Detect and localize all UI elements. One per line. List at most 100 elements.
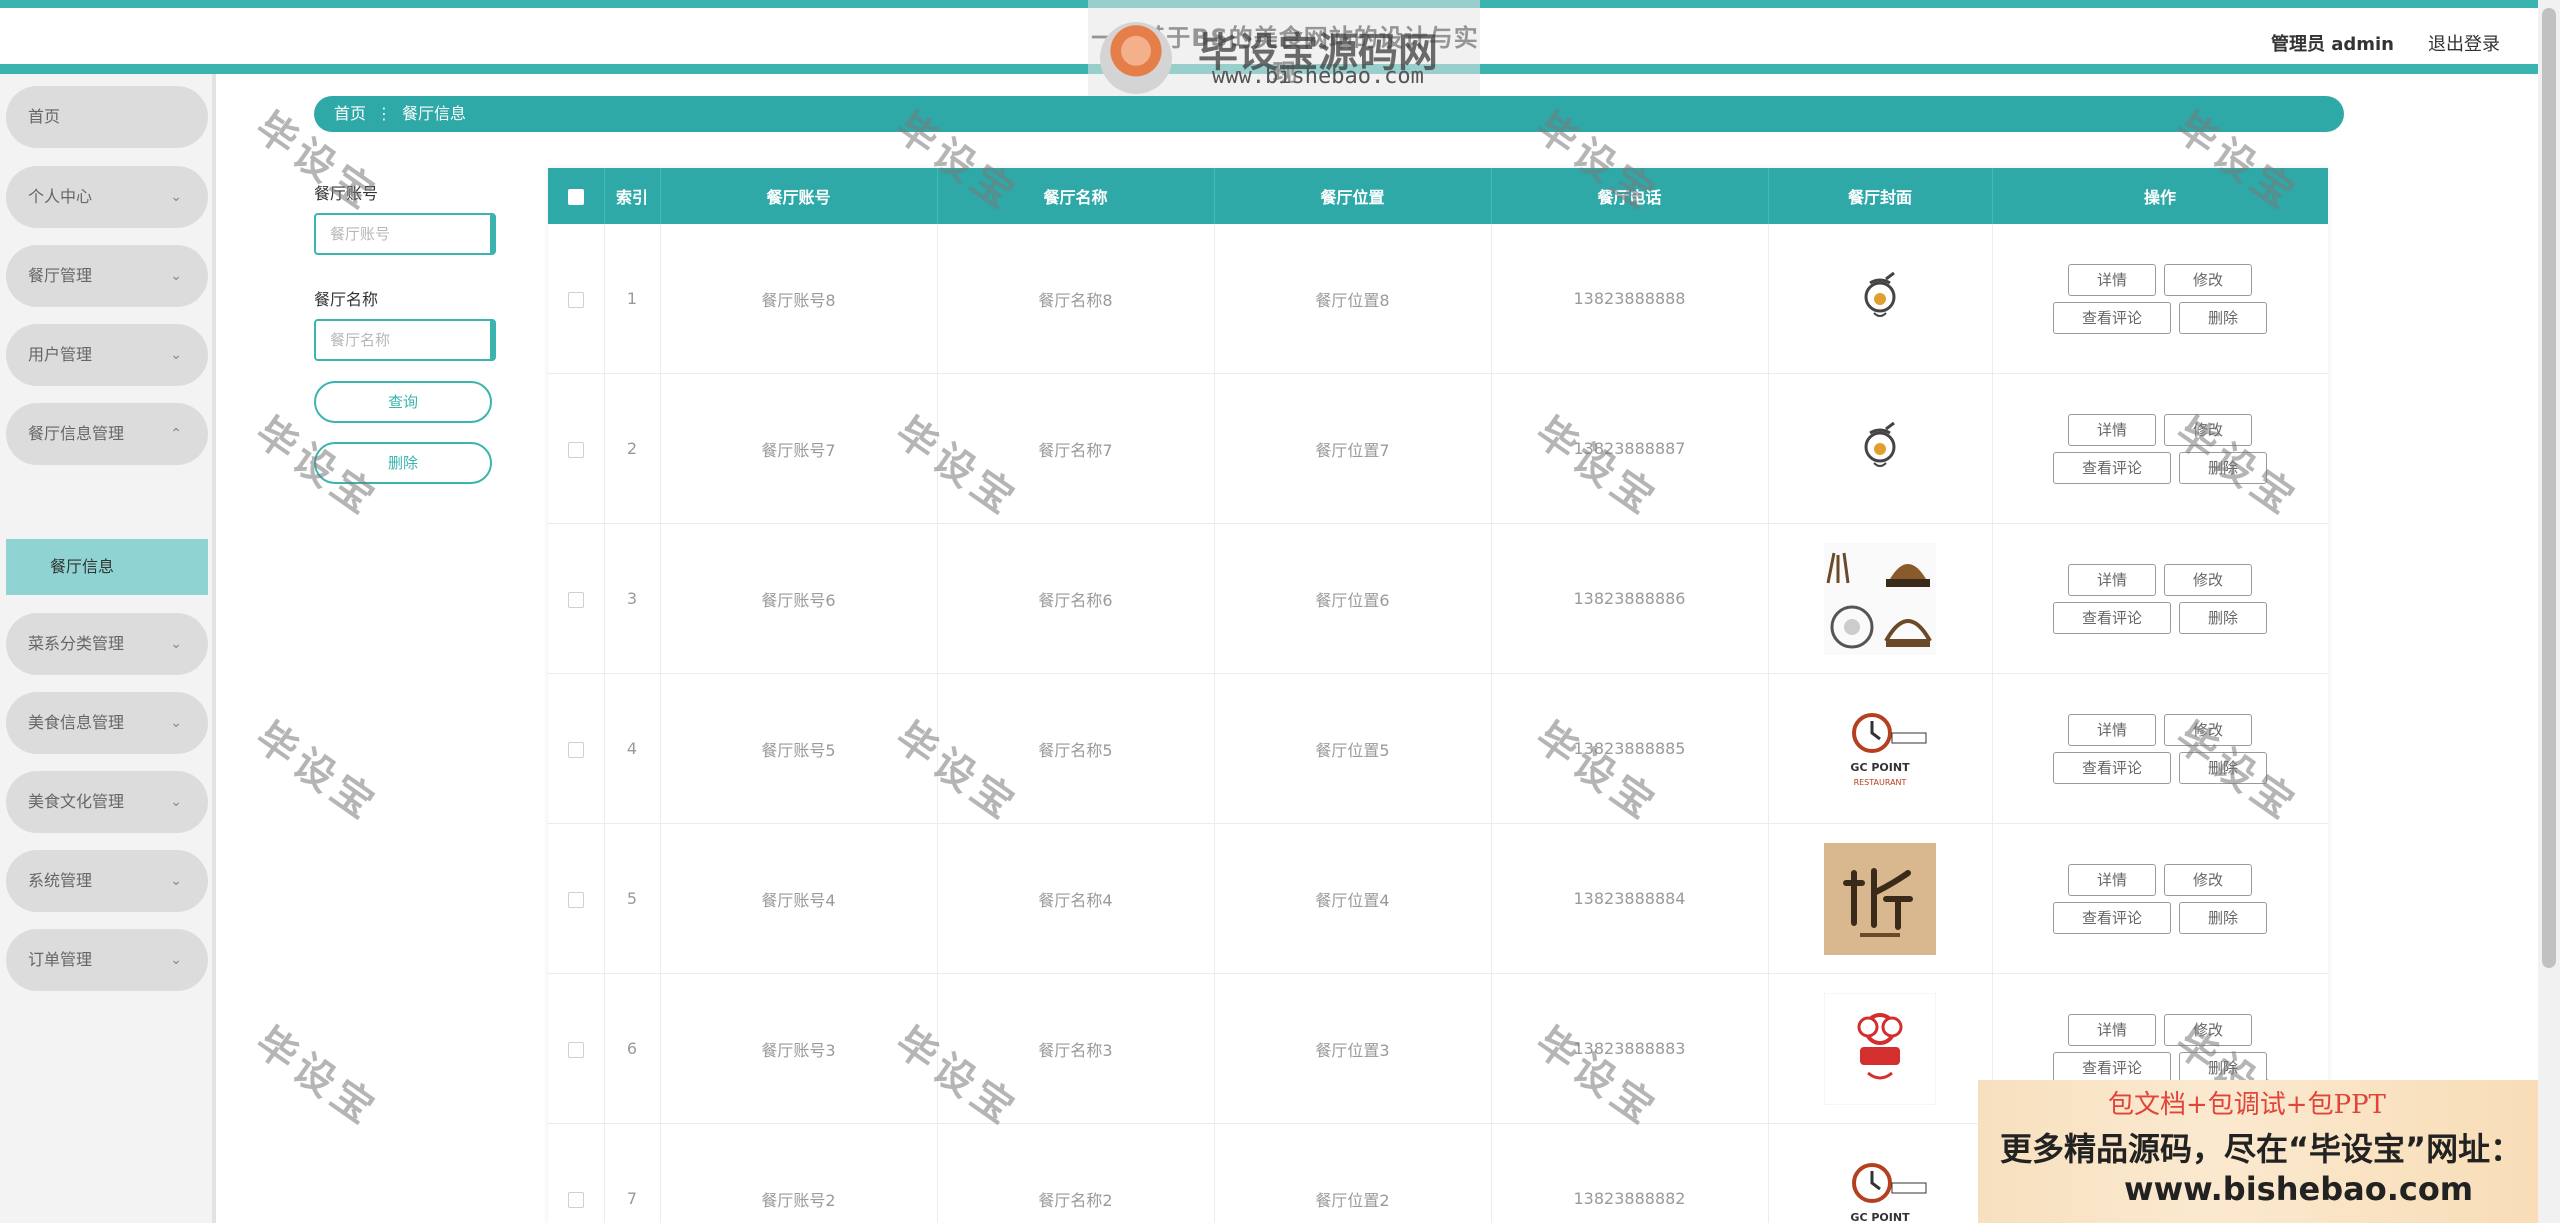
breadcrumb: 首页 ⋮ 餐厅信息 — [314, 96, 2344, 132]
cell-index: 5 — [604, 823, 661, 974]
gc-point-logo-image: GC POINTRESTAURANT — [1824, 1143, 1936, 1223]
row-checkbox[interactable] — [567, 1041, 584, 1058]
sidebar: 首页 个人中心 ⌄ 餐厅管理 ⌄ 用户管理 ⌄ 餐厅信息管理 ⌃ 餐厅信息 菜系分类管理… — [0, 74, 216, 1223]
sidebar-item-label: 订单管理 — [28, 950, 93, 969]
cell-phone: 13823888884 — [1491, 823, 1769, 974]
edit-button[interactable]: 修改 — [2164, 413, 2252, 446]
row-checkbox[interactable] — [567, 591, 584, 608]
select-all-checkbox[interactable] — [567, 189, 584, 205]
sidebar-item-label: 餐厅信息管理 — [28, 424, 125, 443]
row-checkbox[interactable] — [567, 891, 584, 908]
edit-button[interactable]: 修改 — [2164, 563, 2252, 596]
select-all-cell — [548, 168, 605, 224]
row-checkbox[interactable] — [567, 291, 584, 308]
sidebar-item-home[interactable]: 首页 — [6, 86, 208, 148]
edit-button[interactable]: 修改 — [2164, 1013, 2252, 1046]
edit-button[interactable]: 修改 — [2164, 263, 2252, 296]
breadcrumb-current: 餐厅信息 — [402, 104, 467, 123]
row-select-cell — [548, 224, 605, 374]
row-checkbox[interactable] — [567, 741, 584, 758]
name-input[interactable] — [314, 319, 496, 361]
cell-index: 4 — [604, 673, 661, 824]
promo-line-2: 更多精品源码，尽在“毕设宝”网址： — [2000, 1130, 2523, 1168]
promo-banner: 包文档+包调试+包PPT 更多精品源码，尽在“毕设宝”网址： www.bishe… — [1978, 1080, 2560, 1223]
cell-index: 1 — [604, 224, 661, 374]
detail-button[interactable]: 详情 — [2068, 263, 2156, 296]
detail-button[interactable]: 详情 — [2068, 1013, 2156, 1046]
detail-button[interactable]: 详情 — [2068, 863, 2156, 896]
delete-selected-button[interactable]: 删除 — [314, 442, 492, 484]
sidebar-item-restaurant[interactable]: 餐厅管理 ⌄ — [6, 245, 208, 307]
sidebar-item-label: 系统管理 — [28, 871, 93, 890]
sidebar-item-users[interactable]: 用户管理 ⌄ — [6, 324, 208, 386]
detail-button[interactable]: 详情 — [2068, 563, 2156, 596]
query-button[interactable]: 查询 — [314, 381, 492, 423]
cell-actions: 详情修改查看评论删除 — [1992, 823, 2328, 974]
cell-location: 餐厅位置6 — [1214, 523, 1492, 674]
column-header-index: 索引 — [604, 168, 661, 224]
cell-account: 餐厅账号5 — [660, 673, 938, 824]
cell-location: 餐厅位置2 — [1214, 1123, 1492, 1223]
sidebar-item-food-info[interactable]: 美食信息管理 ⌄ — [6, 692, 208, 754]
view-reviews-button[interactable]: 查看评论 — [2053, 901, 2171, 934]
table-row: 4 餐厅账号5 餐厅名称5 餐厅位置5 13823888885 GC POINT RESTA… — [548, 673, 2328, 824]
cell-actions: 详情修改查看评论删除 — [1992, 523, 2328, 674]
view-reviews-button[interactable]: 查看评论 — [2053, 601, 2171, 634]
cell-account: 餐厅账号8 — [660, 224, 938, 374]
sidebar-item-cuisine-category[interactable]: 菜系分类管理 ⌄ — [6, 613, 208, 675]
page-title: 一款基于BS的美食网站的设计与实现 — [1091, 24, 1479, 87]
chevron-down-icon: ⌄ — [170, 952, 182, 968]
delete-button[interactable]: 删除 — [2179, 301, 2267, 334]
edit-button[interactable]: 修改 — [2164, 713, 2252, 746]
sidebar-item-label: 个人中心 — [28, 187, 93, 206]
column-header-actions: 操作 — [1992, 168, 2328, 224]
account-input[interactable] — [314, 213, 496, 255]
sidebar-item-profile[interactable]: 个人中心 ⌄ — [6, 166, 208, 228]
sidebar-item-system[interactable]: 系统管理 ⌄ — [6, 850, 208, 912]
header-bar: 一款基于BS的美食网站的设计与实现 管理员 admin 退出登录 — [0, 8, 2560, 87]
table-row: 3 餐厅账号6 餐厅名称6 餐厅位置6 13823888886 详情 修改 查看评论 删除 — [548, 523, 2328, 674]
sidebar-item-label: 菜系分类管理 — [28, 634, 125, 653]
chef-logo-image — [1823, 992, 1937, 1105]
row-select-cell — [548, 1123, 605, 1223]
cell-name: 餐厅名称4 — [937, 823, 1215, 974]
cell-account: 餐厅账号2 — [660, 1123, 938, 1223]
scrollbar-thumb[interactable] — [2542, 8, 2556, 968]
cell-cover — [1768, 973, 1993, 1124]
cell-index: 2 — [604, 373, 661, 524]
detail-button[interactable]: 详情 — [2068, 413, 2156, 446]
cell-account: 餐厅账号3 — [660, 973, 938, 1124]
row-checkbox[interactable] — [567, 441, 584, 458]
view-reviews-button[interactable]: 查看评论 — [2053, 301, 2171, 334]
column-header-phone: 餐厅电话 — [1491, 168, 1769, 224]
delete-button[interactable]: 删除 — [2179, 751, 2267, 784]
sidebar-item-orders[interactable]: 订单管理 ⌄ — [6, 929, 208, 991]
breadcrumb-home[interactable]: 首页 — [334, 104, 366, 123]
edit-button[interactable]: 修改 — [2164, 863, 2252, 896]
detail-button[interactable]: 详情 — [2068, 713, 2156, 746]
logout-link[interactable]: 退出登录 — [2428, 30, 2500, 56]
delete-button[interactable]: 删除 — [2179, 451, 2267, 484]
delete-button[interactable]: 删除 — [2179, 901, 2267, 934]
view-reviews-button[interactable]: 查看评论 — [2053, 751, 2171, 784]
cell-cover: GC POINT RESTAURANT — [1768, 673, 1993, 824]
row-select-cell — [548, 973, 605, 1124]
page-scrollbar[interactable] — [2538, 0, 2560, 1223]
sidebar-item-food-culture[interactable]: 美食文化管理 ⌄ — [6, 771, 208, 833]
delete-button[interactable]: 删除 — [2179, 601, 2267, 634]
submenu-item-restaurant-info[interactable]: 餐厅信息 — [6, 539, 208, 595]
row-checkbox[interactable] — [567, 1191, 584, 1208]
table-row: 2 餐厅账号7 餐厅名称7 餐厅位置7 13823888887 详情 修改 查看评论 删除 — [548, 373, 2328, 524]
delete-button[interactable]: 删除 — [2179, 1051, 2267, 1084]
chevron-down-icon: ⌄ — [170, 794, 182, 810]
restaurant-table: 索引 餐厅账号 餐厅名称 餐厅位置 餐厅电话 餐厅封面 操作 1 餐厅账号8 餐厅名… — [548, 168, 2328, 1223]
chevron-down-icon: ⌄ — [170, 636, 182, 652]
cell-actions: 详情修改查看评论删除 — [1992, 224, 2328, 374]
cell-account: 餐厅账号6 — [660, 523, 938, 674]
chevron-down-icon: ⌄ — [170, 347, 182, 363]
watermark-text: 毕设宝 — [246, 1018, 387, 1136]
account-label: 餐厅账号 — [314, 184, 379, 203]
sidebar-item-restaurant-info[interactable]: 餐厅信息管理 ⌃ — [6, 403, 208, 465]
view-reviews-button[interactable]: 查看评论 — [2053, 1051, 2171, 1084]
view-reviews-button[interactable]: 查看评论 — [2053, 451, 2171, 484]
